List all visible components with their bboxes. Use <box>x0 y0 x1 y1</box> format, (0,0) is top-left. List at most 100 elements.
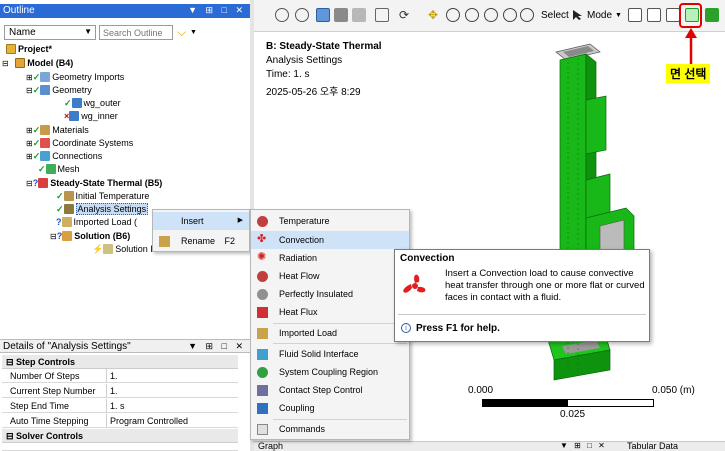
temperature-icon <box>257 216 268 227</box>
tree-node-mesh[interactable]: ✓ Mesh <box>38 163 80 176</box>
tree-node-steady-state[interactable]: ⊟? Steady-State Thermal (B5) <box>26 177 162 190</box>
detail-value[interactable]: 1. s <box>110 401 125 411</box>
menu-item-system-coupling[interactable]: System Coupling Region <box>251 363 409 381</box>
display-mode-icon[interactable] <box>334 8 348 22</box>
tree-node-connections[interactable]: ⊞✓ Connections <box>26 150 102 163</box>
check-icon: ✓ <box>38 164 46 174</box>
tree-label: wg_outer <box>83 98 121 108</box>
tree-node-geometry-imports[interactable]: ⊞✓ Geometry Imports <box>26 71 124 84</box>
zoom-next-icon[interactable] <box>520 8 534 22</box>
detail-value[interactable]: 1. <box>110 371 118 381</box>
tree-node-materials[interactable]: ⊞✓ Materials <box>26 124 89 137</box>
convection-fan-icon: ✤ <box>257 233 267 245</box>
outline-name-dropdown[interactable]: Name ▼ <box>4 25 96 40</box>
collapse-icon: ⊟ <box>26 179 33 188</box>
convection-tooltip: Convection Insert a Convection load to c… <box>394 249 650 342</box>
zoom-icon[interactable] <box>446 8 460 22</box>
menu-item-commands[interactable]: Commands <box>251 420 409 438</box>
vertex-select-icon[interactable] <box>628 8 642 22</box>
tree-label: Model (B4) <box>27 58 74 68</box>
zoom-in-icon[interactable] <box>295 8 309 22</box>
zoom-fit-icon[interactable] <box>465 8 479 22</box>
body-icon <box>71 98 82 108</box>
select-body-icon[interactable] <box>316 8 330 22</box>
tree-label: Initial Temperature <box>75 191 150 201</box>
outline-title-bar: Outline ▼ ⊞ □ ✕ <box>0 4 250 18</box>
tree-label: Project* <box>18 44 53 54</box>
menu-item-insert[interactable]: Insert ▶ <box>153 212 249 230</box>
edge-select-icon[interactable] <box>647 8 661 22</box>
detail-row-auto-time-stepping[interactable]: Auto Time Stepping Program Controlled <box>2 414 238 428</box>
tree-node-initial-temperature[interactable]: ✓ Initial Temperature <box>56 190 149 203</box>
graph-window-controls[interactable]: ▼ ⊞ □ ✕ <box>560 441 607 450</box>
expand-icon: ⊞ <box>26 139 33 148</box>
outline-search-input[interactable] <box>99 25 173 40</box>
menu-item-contact-step[interactable]: Contact Step Control <box>251 381 409 399</box>
menu-item-rename[interactable]: Rename F2 <box>153 232 249 250</box>
body-select-icon[interactable] <box>666 8 680 22</box>
question-icon: ? <box>56 217 62 227</box>
tree-node-imported-load[interactable]: ? Imported Load ( <box>56 216 137 229</box>
detail-row-number-of-steps[interactable]: Number Of Steps 1. <box>2 369 238 383</box>
details-window-controls[interactable]: ▼ ⊞ □ ✕ <box>188 341 246 352</box>
tree-node-model[interactable]: ⊟ Model (B4) <box>2 57 73 70</box>
detail-value[interactable]: Program Controlled <box>110 416 188 426</box>
coupling-icon <box>257 403 268 414</box>
expand-icon: ⊞ <box>26 73 33 82</box>
zoom-out-icon[interactable] <box>275 8 289 22</box>
tooltip-help: Press F1 for help. <box>416 323 500 334</box>
tree-node-wg-outer[interactable]: ✓ wg_outer <box>64 97 121 110</box>
menu-item-label: Heat Flux <box>279 307 318 317</box>
scale-bar <box>482 399 654 407</box>
box-zoom-icon[interactable] <box>375 8 389 22</box>
tree-node-analysis-settings[interactable]: ✓ Analysis Settings <box>56 203 149 216</box>
detail-row-current-step[interactable]: Current Step Number 1. <box>2 384 238 398</box>
menu-item-fluid-solid-interface[interactable]: Fluid Solid Interface <box>251 345 409 363</box>
menu-item-heat-flux[interactable]: Heat Flux <box>251 303 409 321</box>
select-label[interactable]: Select <box>541 10 569 21</box>
tree-label: Geometry Imports <box>52 72 125 82</box>
thermal-icon <box>38 178 49 188</box>
menu-item-heat-flow[interactable]: Heat Flow <box>251 267 409 285</box>
zoom-box-icon[interactable] <box>484 8 498 22</box>
check-icon: ✓ <box>32 151 41 161</box>
outline-window-controls[interactable]: ▼ ⊞ □ ✕ <box>188 5 246 16</box>
detail-value[interactable]: 1. <box>110 386 118 396</box>
tree-node-geometry[interactable]: ⊟✓ Geometry <box>26 84 92 97</box>
extend-select-icon[interactable] <box>705 8 719 22</box>
filter-dropdown-icon[interactable]: ▼ <box>190 29 197 36</box>
zoom-prev-icon[interactable] <box>503 8 517 22</box>
collapse-icon: ⊟ <box>6 431 17 441</box>
menu-item-radiation[interactable]: ✺ Radiation <box>251 249 409 267</box>
filter-icon[interactable]: ⌵ <box>177 25 186 40</box>
menu-item-coupling[interactable]: Coupling <box>251 399 409 417</box>
geometry-icon <box>40 85 51 95</box>
tabular-data-tab[interactable]: Tabular Data <box>627 441 678 451</box>
group-solver-controls[interactable]: ⊟ Solver Controls <box>2 429 238 443</box>
chevron-down-icon[interactable]: ▼ <box>615 12 622 19</box>
tree-label: Analysis Settings <box>75 203 149 215</box>
mode-label[interactable]: Mode <box>587 10 612 21</box>
rotate-icon[interactable]: ⟳ <box>397 8 411 22</box>
group-step-controls[interactable]: ⊟ Step Controls <box>2 355 238 369</box>
check-icon: ✓ <box>56 191 64 201</box>
menu-item-convection[interactable]: ✤ Convection <box>251 231 409 249</box>
tree-label: Connections <box>52 151 103 161</box>
menu-item-label: System Coupling Region <box>279 367 379 377</box>
annotation-label: 면 선택 <box>666 64 711 83</box>
tree-node-wg-inner[interactable]: × wg_inner <box>64 110 118 123</box>
pan-icon[interactable]: ✥ <box>426 8 440 22</box>
menu-item-imported-load[interactable]: Imported Load <box>251 324 409 342</box>
coordinate-systems-icon <box>40 138 51 148</box>
detail-key: Auto Time Stepping <box>10 416 89 426</box>
tree-node-solution[interactable]: ⊟? Solution (B6) <box>50 230 130 243</box>
cursor-mode-icon[interactable] <box>571 9 585 21</box>
graph-tab[interactable]: Graph <box>258 441 283 451</box>
tree-node-project[interactable]: Project* <box>6 43 52 56</box>
menu-item-perfectly-insulated[interactable]: Perfectly Insulated <box>251 285 409 303</box>
detail-row-step-end-time[interactable]: Step End Time 1. s <box>2 399 238 413</box>
tooltip-body: Insert a Convection load to cause convec… <box>445 268 645 303</box>
menu-item-temperature[interactable]: Temperature <box>251 212 409 230</box>
wireframe-icon[interactable] <box>352 8 366 22</box>
tree-node-coordinate-systems[interactable]: ⊞✓ Coordinate Systems <box>26 137 133 150</box>
